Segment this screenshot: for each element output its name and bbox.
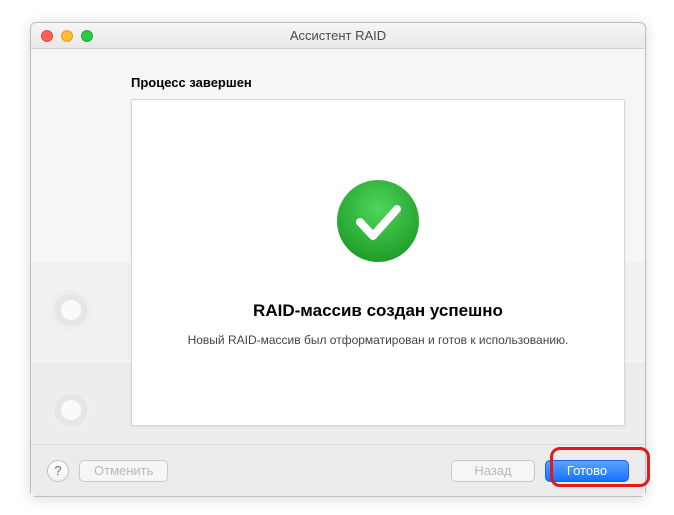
success-subtitle: Новый RAID-массив был отформатирован и г… — [188, 333, 569, 347]
cancel-button: Отменить — [79, 460, 168, 482]
help-button[interactable]: ? — [47, 460, 69, 482]
help-icon: ? — [54, 463, 61, 478]
done-button[interactable]: Готово — [545, 460, 629, 482]
back-button: Назад — [451, 460, 535, 482]
wizard-body: Процесс завершен RAID-массив создан успе… — [31, 49, 645, 496]
success-icon — [335, 178, 421, 267]
result-card: RAID-массив создан успешно Новый RAID-ма… — [131, 99, 625, 426]
titlebar: Ассистент RAID — [31, 23, 645, 49]
step-heading: Процесс завершен — [131, 75, 252, 90]
raid-assistant-window: Ассистент RAID Процесс завершен RAID-ма — [30, 22, 646, 497]
success-title: RAID-массив создан успешно — [253, 301, 503, 321]
window-title: Ассистент RAID — [31, 28, 645, 43]
footer: ? Отменить Назад Готово — [31, 444, 645, 496]
